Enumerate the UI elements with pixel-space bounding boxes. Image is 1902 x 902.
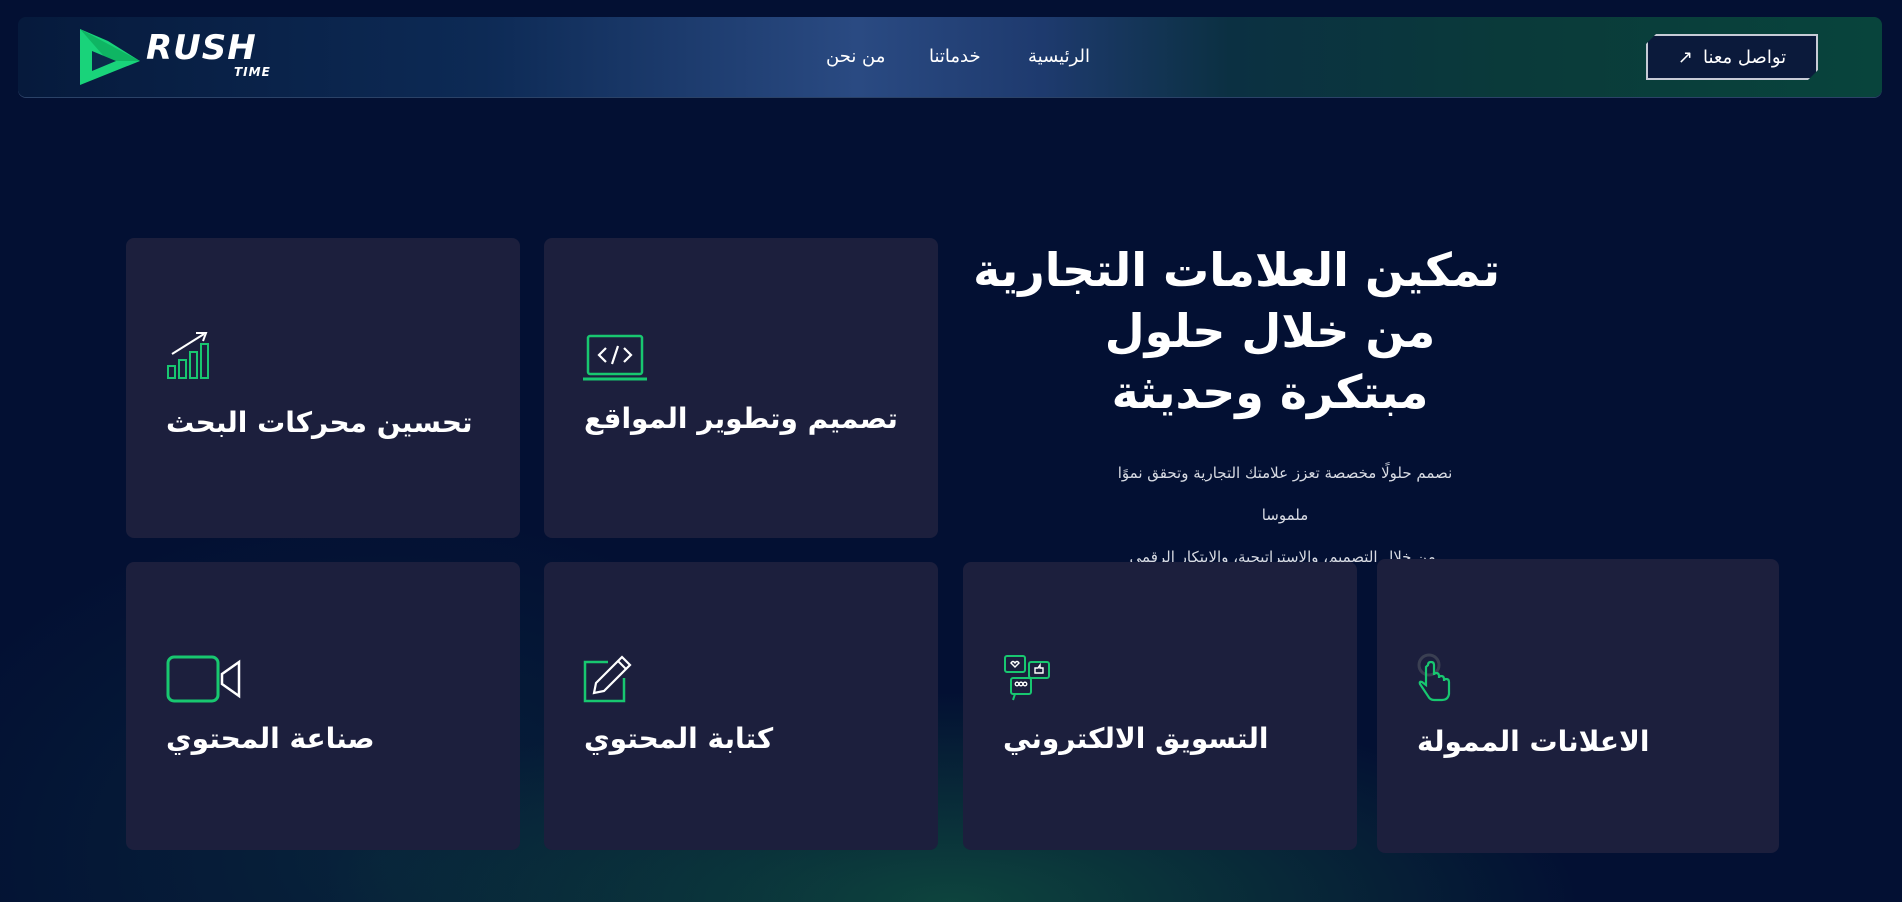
- service-card-seo[interactable]: تحسين محركات البحث: [126, 238, 520, 538]
- pencil-edit-icon: [583, 655, 632, 703]
- rush-time-logo[interactable]: RUSH TIME: [78, 27, 278, 87]
- top-navbar: RUSH TIME الرئيسية خدماتنا من نحن تواصل …: [18, 17, 1882, 97]
- arrow-up-right-icon: ↗: [1677, 46, 1693, 68]
- service-label: كتابة المحتوي: [584, 722, 774, 755]
- nav-services[interactable]: خدماتنا: [929, 46, 981, 67]
- logo-subword: TIME: [234, 65, 271, 79]
- service-label: تحسين محركات البحث: [166, 406, 473, 439]
- service-label: تصميم وتطوير المواقع: [584, 402, 898, 435]
- logo-word: RUSH: [146, 28, 257, 68]
- growth-chart-icon: [167, 332, 209, 379]
- nav-home[interactable]: الرئيسية: [1028, 46, 1090, 67]
- tap-hand-icon: [1417, 653, 1451, 702]
- service-label: التسويق الالكتروني: [1003, 722, 1269, 755]
- code-laptop-icon: [583, 334, 647, 381]
- social-chat-icon: [1004, 655, 1050, 701]
- service-card-copywriting[interactable]: كتابة المحتوي: [544, 562, 938, 850]
- logo-mark-icon: [80, 29, 140, 85]
- service-card-digital-marketing[interactable]: التسويق الالكتروني: [963, 562, 1357, 850]
- service-label: صناعة المحتوي: [166, 722, 375, 755]
- service-card-content-creation[interactable]: صناعة المحتوي: [126, 562, 520, 850]
- nav-about[interactable]: من نحن: [826, 46, 885, 67]
- service-label: الاعلانات الممولة: [1417, 725, 1650, 758]
- service-card-paid-ads[interactable]: الاعلانات الممولة: [1377, 559, 1779, 853]
- hero-title: تمكين العلامات التجارية من خلال حلول مبت…: [973, 243, 1500, 419]
- video-camera-icon: [166, 655, 241, 703]
- contact-us-label: تواصل معنا: [1702, 46, 1787, 68]
- service-card-web[interactable]: تصميم وتطوير المواقع: [544, 238, 938, 538]
- contact-us-button[interactable]: تواصل معنا ↗: [1646, 34, 1818, 80]
